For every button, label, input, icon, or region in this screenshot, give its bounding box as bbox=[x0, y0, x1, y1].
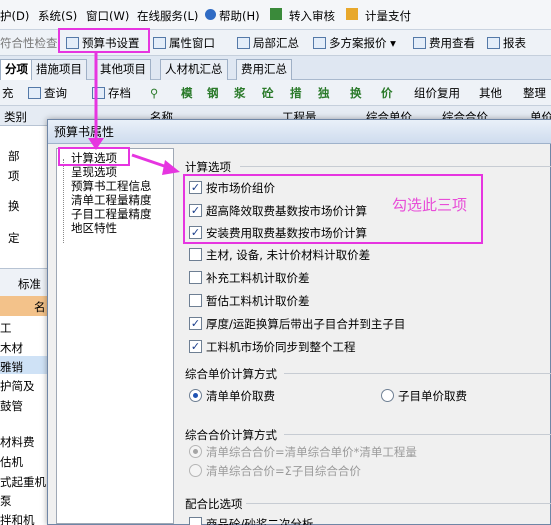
arrow-right-head bbox=[162, 160, 180, 175]
annotation-arrows bbox=[88, 53, 180, 175]
arrow-down-head bbox=[88, 138, 104, 150]
